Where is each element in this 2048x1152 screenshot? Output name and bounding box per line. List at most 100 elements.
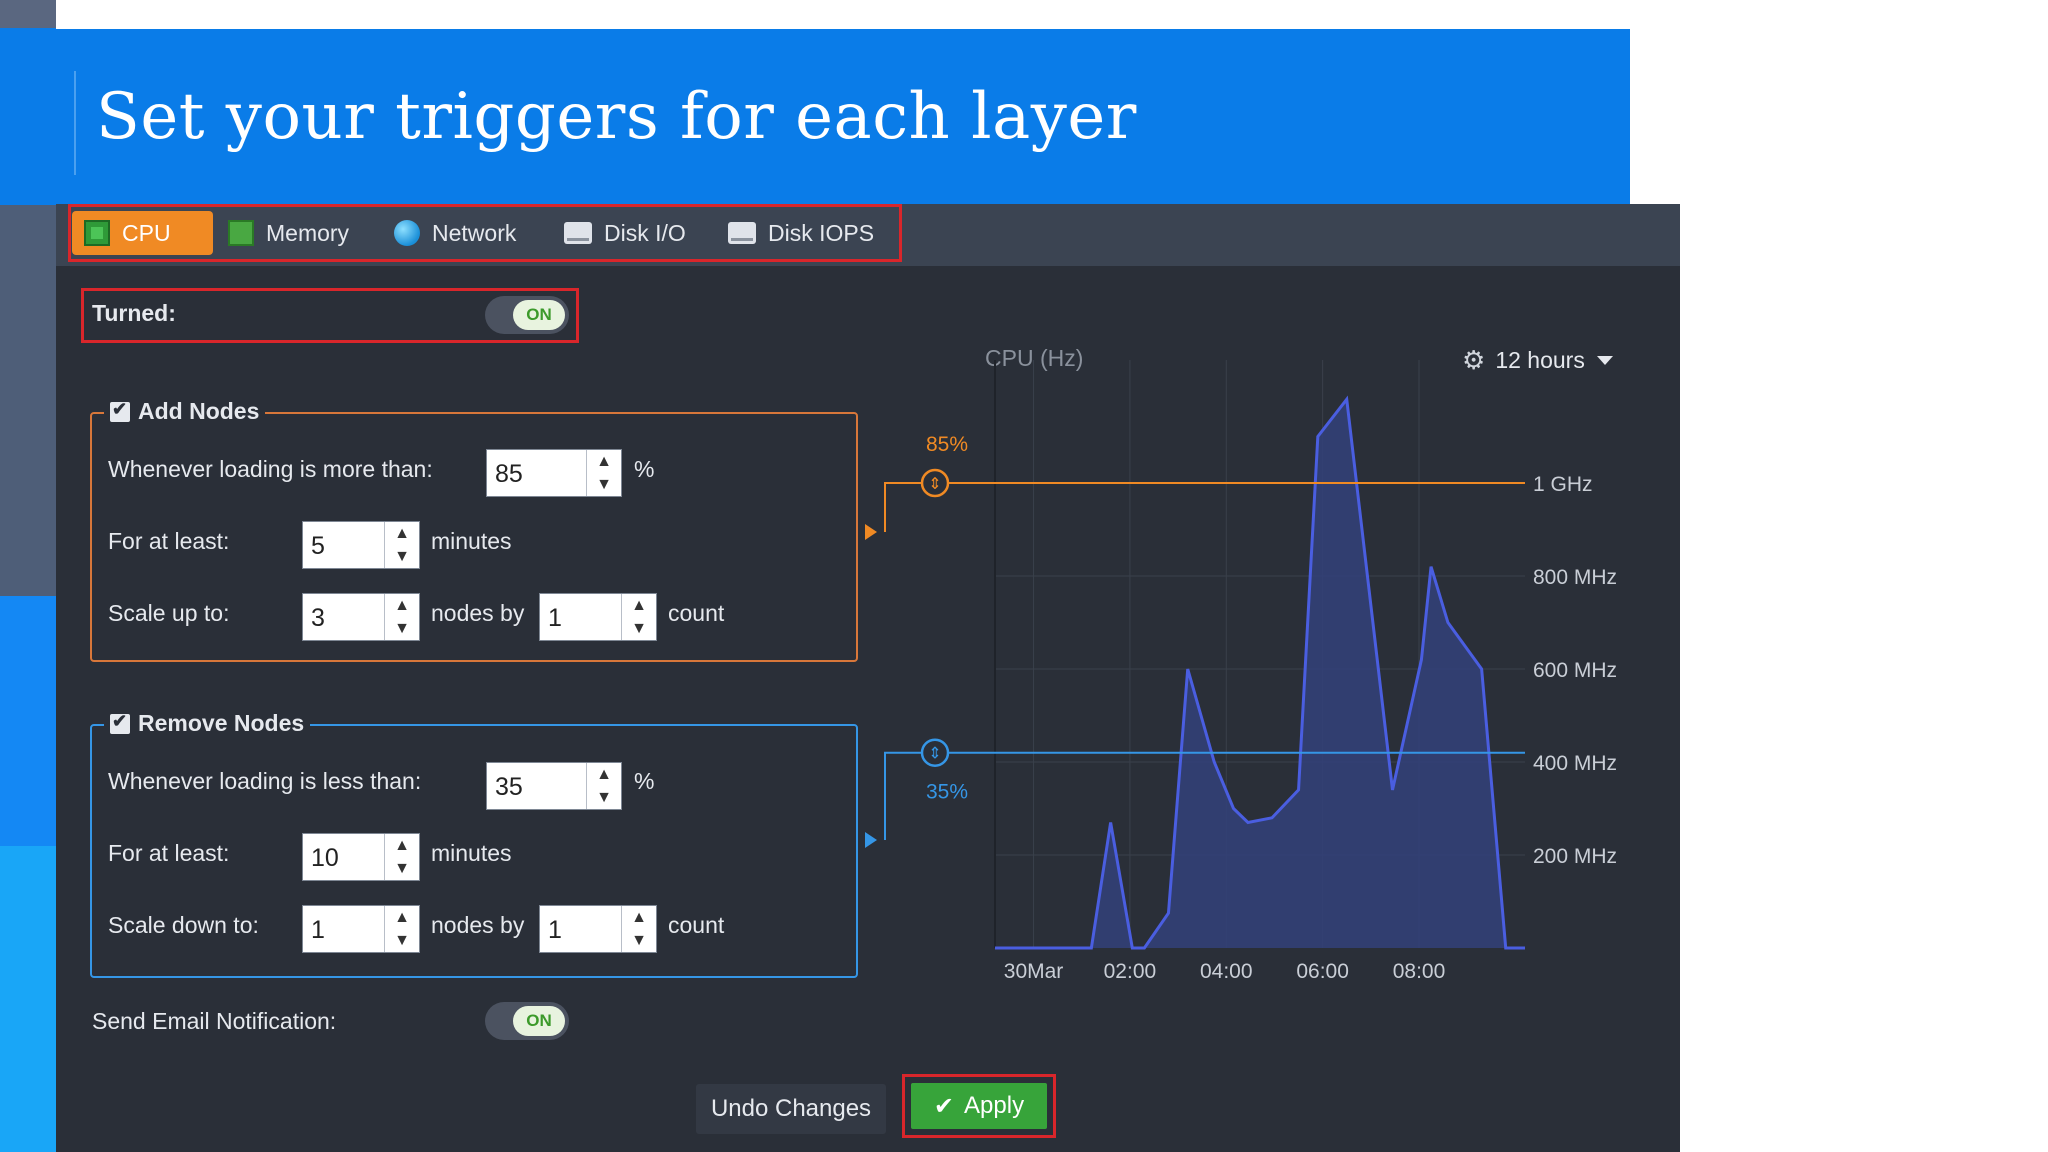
add-for-stepper[interactable]: 5 ▲ ▼ xyxy=(302,521,420,569)
stepper-value: 85 xyxy=(495,460,523,488)
turned-label: Turned: xyxy=(92,300,176,326)
x-tick-label: 04:00 xyxy=(1200,960,1253,983)
strip-segment xyxy=(0,596,56,846)
stepper-value: 3 xyxy=(311,604,325,632)
stepper-up-icon[interactable]: ▲ xyxy=(587,763,621,786)
cpu-chip-icon xyxy=(84,220,110,246)
stepper-buttons[interactable]: ▲ ▼ xyxy=(384,834,419,880)
email-toggle[interactable]: ON xyxy=(485,1002,569,1040)
stepper-buttons[interactable]: ▲ ▼ xyxy=(621,906,656,952)
stepper-value: 1 xyxy=(548,604,562,632)
toggle-state: ON xyxy=(513,300,565,330)
stepper-up-icon[interactable]: ▲ xyxy=(385,906,419,929)
stepper-down-icon[interactable]: ▼ xyxy=(587,786,621,809)
add-loading-unit: % xyxy=(634,456,655,482)
resource-tab-bar: CPU Memory Network Disk I/O Disk IOPS xyxy=(56,204,1680,266)
stepper-down-icon[interactable]: ▼ xyxy=(385,545,419,568)
email-label: Send Email Notification: xyxy=(92,1008,337,1034)
remove-count: count xyxy=(668,912,725,938)
stepper-up-icon[interactable]: ▲ xyxy=(385,522,419,545)
stepper-buttons[interactable]: ▲ ▼ xyxy=(384,522,419,568)
chart-title: CPU (Hz) xyxy=(985,345,1083,371)
y-tick-label: 1 GHz xyxy=(1533,473,1593,496)
stepper-buttons[interactable]: ▲ ▼ xyxy=(586,763,621,809)
turned-toggle[interactable]: ON xyxy=(485,296,569,334)
add-nodes-checkbox[interactable] xyxy=(110,399,130,422)
apply-label: Apply xyxy=(964,1092,1025,1119)
stepper-buttons[interactable]: ▲ ▼ xyxy=(621,594,656,640)
stepper-value: 1 xyxy=(548,916,562,944)
stepper-up-icon[interactable]: ▲ xyxy=(587,450,621,473)
threshold-label: 85% xyxy=(926,433,968,456)
x-tick-label: 30Mar xyxy=(1004,960,1064,983)
y-tick-label: 600 MHz xyxy=(1533,659,1617,682)
x-tick-label: 02:00 xyxy=(1104,960,1157,983)
checkmark-icon: ✔ xyxy=(933,1092,955,1120)
stepper-up-icon[interactable]: ▲ xyxy=(622,906,656,929)
stepper-value: 5 xyxy=(311,532,325,560)
remove-loading-stepper[interactable]: 35 ▲ ▼ xyxy=(486,762,622,810)
tab-disk-iops[interactable]: Disk IOPS xyxy=(716,211,886,255)
add-for-label: For at least: xyxy=(108,528,230,554)
remove-for-label: For at least: xyxy=(108,840,230,866)
threshold-label: 35% xyxy=(926,781,968,804)
add-nodes-legend: Add Nodes xyxy=(104,398,266,425)
add-nodes-by: nodes by xyxy=(431,600,525,626)
stepper-down-icon[interactable]: ▼ xyxy=(385,617,419,640)
remove-loading-unit: % xyxy=(634,768,655,794)
tab-label: Memory xyxy=(266,219,350,246)
slide-title: Set your triggers for each layer xyxy=(96,80,1137,154)
disk-icon xyxy=(728,222,756,244)
threshold-connector xyxy=(884,482,922,532)
stepper-down-icon[interactable]: ▼ xyxy=(385,929,419,952)
stepper-down-icon[interactable]: ▼ xyxy=(587,473,621,496)
remove-scale-stepper[interactable]: 1 ▲ ▼ xyxy=(302,905,420,953)
tab-network[interactable]: Network xyxy=(382,211,528,255)
add-count: count xyxy=(668,600,725,626)
stepper-buttons[interactable]: ▲ ▼ xyxy=(384,594,419,640)
remove-by-stepper[interactable]: 1 ▲ ▼ xyxy=(539,905,657,953)
stepper-value: 10 xyxy=(311,844,339,872)
add-for-unit: minutes xyxy=(431,528,512,554)
add-loading-stepper[interactable]: 85 ▲ ▼ xyxy=(486,449,622,497)
y-tick-label: 200 MHz xyxy=(1533,845,1617,868)
remove-for-stepper[interactable]: 10 ▲ ▼ xyxy=(302,833,420,881)
add-loading-label: Whenever loading is more than: xyxy=(108,456,433,482)
remove-scale-label: Scale down to: xyxy=(108,912,259,938)
x-tick-label: 06:00 xyxy=(1296,960,1349,983)
strip-segment xyxy=(0,846,56,1152)
stepper-value: 35 xyxy=(495,773,523,801)
cpu-chart: CPU (Hz) 200 MHz 400 MHz 600 MHz 800 MHz 1 GH… xyxy=(865,345,1617,983)
strip-segment xyxy=(0,204,56,596)
add-scale-label: Scale up to: xyxy=(108,600,230,626)
strip-segment xyxy=(0,0,56,28)
stepper-up-icon[interactable]: ▲ xyxy=(385,594,419,617)
undo-changes-button[interactable]: Undo Changes xyxy=(696,1084,886,1134)
memory-chip-icon xyxy=(228,220,254,246)
stepper-up-icon[interactable]: ▲ xyxy=(385,834,419,857)
threshold-pointer xyxy=(865,832,877,848)
tab-cpu[interactable]: CPU xyxy=(72,211,213,255)
apply-button[interactable]: ✔ Apply xyxy=(911,1083,1047,1129)
tab-label: Disk I/O xyxy=(604,219,686,246)
remove-for-unit: minutes xyxy=(431,840,512,866)
stepper-down-icon[interactable]: ▼ xyxy=(622,929,656,952)
banner-divider xyxy=(74,71,76,175)
stepper-up-icon[interactable]: ▲ xyxy=(622,594,656,617)
remove-nodes-checkbox[interactable] xyxy=(110,711,130,734)
threshold-connector xyxy=(884,751,922,840)
threshold-handle-icon: ⇕ xyxy=(928,744,941,763)
tab-label: Disk IOPS xyxy=(768,219,875,246)
tab-memory[interactable]: Memory xyxy=(216,211,361,255)
add-scale-stepper[interactable]: 3 ▲ ▼ xyxy=(302,593,420,641)
globe-icon xyxy=(394,220,420,246)
stepper-down-icon[interactable]: ▼ xyxy=(622,617,656,640)
add-by-stepper[interactable]: 1 ▲ ▼ xyxy=(539,593,657,641)
tab-disk-io[interactable]: Disk I/O xyxy=(552,211,698,255)
stepper-buttons[interactable]: ▲ ▼ xyxy=(586,450,621,496)
stepper-buttons[interactable]: ▲ ▼ xyxy=(384,906,419,952)
disk-icon xyxy=(564,222,592,244)
add-nodes-title: Add Nodes xyxy=(138,398,260,424)
stepper-down-icon[interactable]: ▼ xyxy=(385,857,419,880)
series-area xyxy=(995,399,1525,948)
